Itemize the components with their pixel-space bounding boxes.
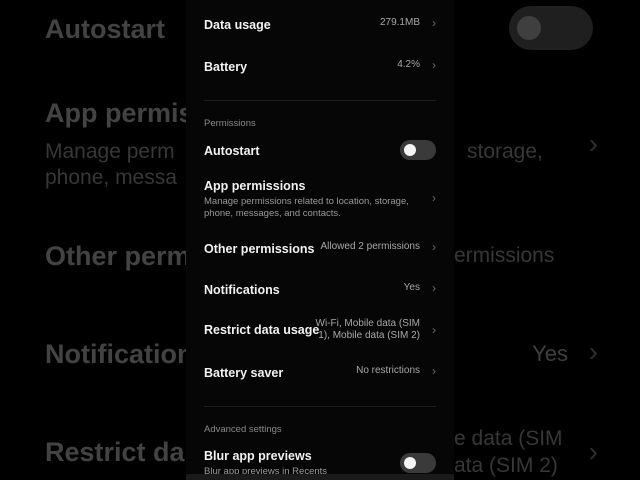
autostart-row[interactable]: Autostart (204, 140, 436, 163)
other-permissions-label: Other permissions (204, 242, 315, 256)
advanced-settings-section-label: Advanced settings (204, 424, 282, 435)
autostart-label: Autostart (204, 144, 260, 158)
toggle-knob (404, 457, 416, 469)
chevron-right-icon: › (432, 191, 436, 205)
permissions-section-label: Permissions (204, 118, 256, 129)
other-permissions-row[interactable]: Other permissions Allowed 2 permissions … (204, 240, 436, 256)
notifications-row[interactable]: Notifications Yes › (204, 281, 436, 297)
bottom-bar (186, 474, 454, 480)
chevron-right-icon: › (432, 240, 436, 254)
app-info-settings-panel: Data usage 279.1MB › Battery 4.2% › Perm… (186, 0, 454, 480)
restrict-data-usage-value: Wi-Fi, Mobile data (SIM 1), Mobile data … (316, 318, 420, 342)
restrict-data-usage-label: Restrict data usage (204, 323, 320, 337)
restrict-data-usage-value-2: 1), Mobile data (SIM 2) (318, 330, 420, 341)
data-usage-row[interactable]: Data usage 279.1MB › (204, 16, 436, 32)
data-usage-label: Data usage (204, 18, 271, 32)
battery-saver-row[interactable]: Battery saver No restrictions › (204, 364, 436, 380)
chevron-right-icon: › (432, 323, 436, 337)
data-usage-value: 279.1MB (379, 17, 420, 28)
battery-row[interactable]: Battery 4.2% › (204, 58, 436, 74)
other-permissions-value: Allowed 2 permissions (320, 241, 421, 252)
restrict-data-usage-row[interactable]: Restrict data usage Wi-Fi, Mobile data (… (204, 318, 436, 344)
autostart-toggle[interactable] (400, 140, 436, 160)
notifications-label: Notifications (204, 283, 280, 297)
chevron-right-icon: › (432, 16, 436, 30)
app-permissions-label: App permissions (204, 179, 306, 193)
toggle-knob (404, 144, 416, 156)
battery-value: 4.2% (397, 59, 420, 70)
chevron-right-icon: › (432, 364, 436, 378)
divider (204, 100, 436, 101)
blur-app-previews-toggle[interactable] (400, 453, 436, 473)
battery-saver-value: No restrictions (356, 365, 420, 376)
app-permissions-row[interactable]: App permissions Manage permissions relat… (204, 179, 436, 221)
restrict-data-usage-value-1: Wi-Fi, Mobile data (SIM (315, 318, 420, 329)
battery-saver-label: Battery saver (204, 366, 284, 380)
chevron-right-icon: › (432, 58, 436, 72)
chevron-right-icon: › (432, 281, 436, 295)
battery-label: Battery (204, 60, 248, 74)
divider (204, 406, 436, 407)
app-permissions-description-1: Manage permissions related to location, … (204, 196, 409, 207)
app-permissions-description-2: phone, messages, and contacts. (204, 208, 341, 219)
notifications-value: Yes (403, 282, 420, 293)
